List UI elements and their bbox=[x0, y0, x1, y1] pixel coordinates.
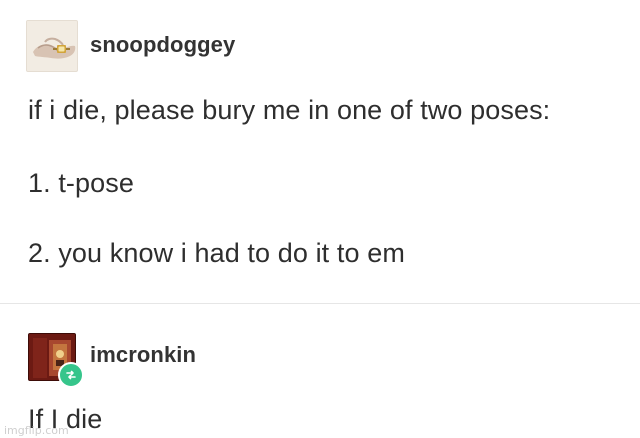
post-text-line: if i die, please bury me in one of two p… bbox=[28, 95, 551, 125]
watermark: imgflip.com bbox=[4, 424, 69, 437]
reblog-username[interactable]: imcronkin bbox=[90, 342, 196, 368]
post-username[interactable]: snoopdoggey bbox=[90, 32, 235, 58]
snoopdoggey-avatar-image bbox=[27, 21, 77, 71]
post-text-line: 1. t-pose bbox=[28, 168, 134, 198]
post-text-line: 2. you know i had to do it to em bbox=[28, 238, 405, 268]
reblog-badge bbox=[58, 362, 84, 388]
reblog-icon bbox=[66, 370, 76, 380]
avatar[interactable] bbox=[26, 20, 78, 72]
